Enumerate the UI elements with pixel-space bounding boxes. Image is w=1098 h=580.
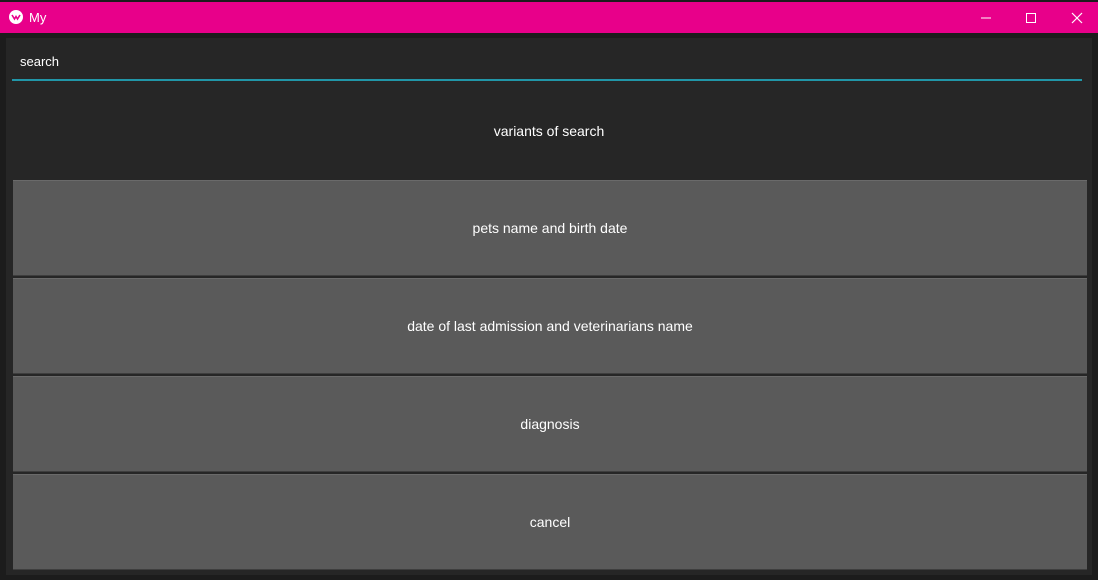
window-title: My bbox=[29, 10, 47, 25]
diagnosis-button[interactable]: diagnosis bbox=[13, 376, 1087, 472]
maximize-button[interactable] bbox=[1008, 2, 1054, 33]
last-admission-and-vet-name-button[interactable]: date of last admission and veterinarians… bbox=[13, 278, 1087, 374]
kivy-logo-icon bbox=[9, 10, 23, 24]
title-bar[interactable]: My bbox=[0, 2, 1098, 33]
minimize-icon bbox=[981, 17, 991, 18]
maximize-icon bbox=[1026, 12, 1036, 23]
cancel-button[interactable]: cancel bbox=[13, 474, 1087, 570]
close-button[interactable] bbox=[1054, 2, 1098, 33]
pets-name-and-birth-date-button[interactable]: pets name and birth date bbox=[13, 180, 1087, 276]
close-icon bbox=[1071, 12, 1083, 23]
minimize-button[interactable] bbox=[963, 2, 1009, 33]
app-window: My variants of search pets name and birt… bbox=[0, 0, 1098, 580]
variants-label: variants of search bbox=[493, 123, 605, 139]
main-panel: variants of search pets name and birth d… bbox=[6, 38, 1092, 575]
search-input[interactable] bbox=[12, 43, 1082, 81]
